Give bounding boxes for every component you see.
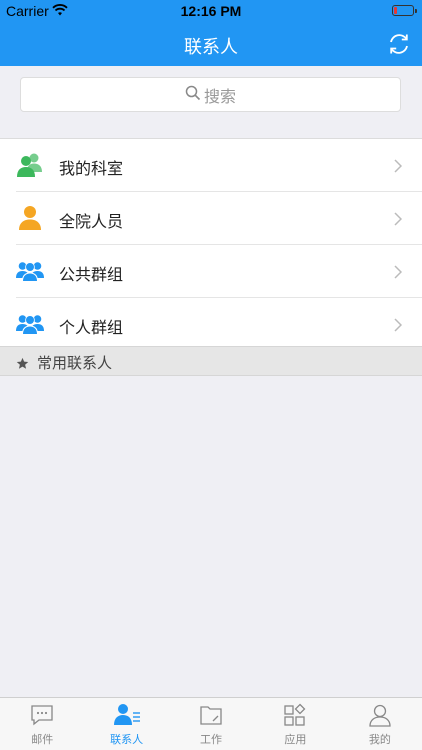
status-time: 12:16 PM <box>180 3 242 19</box>
group-label: 全院人员 <box>59 212 124 231</box>
chevron-right-icon <box>394 158 403 173</box>
tab-label: 工作 <box>200 733 223 746</box>
nav-bar: 联系人 <box>0 22 422 66</box>
chevron-right-icon <box>394 317 403 332</box>
tab-mail[interactable]: 邮件 <box>0 698 84 750</box>
chevron-right-icon <box>394 211 403 226</box>
status-bar: Carrier 12:16 PM <box>0 0 422 22</box>
tab-label: 我的 <box>368 733 391 746</box>
group-row-all-staff[interactable]: 全院人员 <box>16 192 422 245</box>
battery-icon <box>392 5 417 16</box>
tab-mine[interactable]: 我的 <box>338 698 422 750</box>
chevron-right-icon <box>394 264 403 279</box>
page-title: 联系人 <box>184 37 238 58</box>
group-label: 我的科室 <box>59 159 124 178</box>
group-icon <box>16 310 44 338</box>
search-icon <box>185 85 204 105</box>
group-label: 个人群组 <box>59 318 124 337</box>
group-row-personal-groups[interactable]: 个人群组 <box>16 298 422 350</box>
search-input[interactable]: 搜索 <box>20 77 401 112</box>
group-row-public-groups[interactable]: 公共群组 <box>16 245 422 298</box>
favorites-label: 常用联系人 <box>37 354 113 372</box>
person-icon <box>16 204 44 232</box>
refresh-icon[interactable] <box>386 31 412 57</box>
search-area: 搜索 <box>0 66 422 124</box>
tab-label: 邮件 <box>31 733 54 746</box>
tab-bar: 邮件 联系人 工作 应用 我的 <box>0 697 422 750</box>
department-people-icon <box>16 151 44 179</box>
tab-work[interactable]: 工作 <box>169 698 253 750</box>
favorites-section-header: 常用联系人 <box>0 346 422 376</box>
group-icon <box>16 257 44 285</box>
contact-group-list: 我的科室 全院人员 公共群组 个人群组 <box>0 138 422 350</box>
tab-label: 应用 <box>284 733 307 746</box>
group-row-my-department[interactable]: 我的科室 <box>16 139 422 192</box>
star-icon <box>16 355 29 374</box>
tab-apps[interactable]: 应用 <box>253 698 337 750</box>
tab-label: 联系人 <box>110 733 144 746</box>
search-placeholder: 搜索 <box>203 86 236 106</box>
group-label: 公共群组 <box>59 265 124 284</box>
tab-contacts[interactable]: 联系人 <box>84 698 168 750</box>
